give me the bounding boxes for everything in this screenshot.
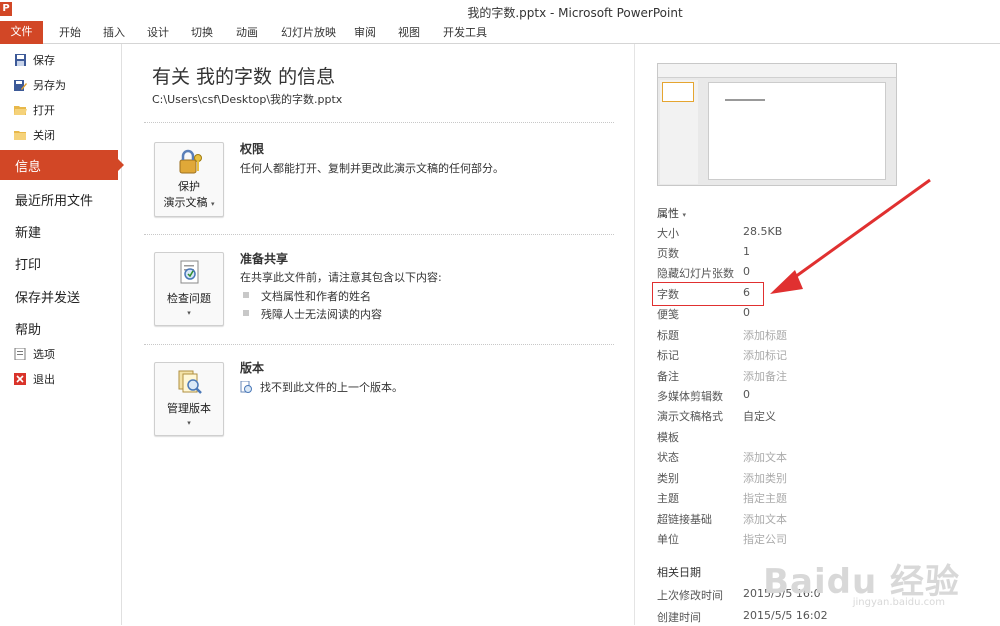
nav-open-label: 打开 xyxy=(33,104,55,117)
tab-home[interactable]: 开始 xyxy=(59,24,81,42)
check-for-issues-button[interactable]: 检查问题 ▾ xyxy=(154,252,224,326)
nav-new[interactable]: 新建 xyxy=(15,222,41,241)
properties-panel: 属性 ▾ 大小 28.5KB 页数 1 隐藏幻灯片张数 0 字数 6 便笺 0 标题 添加标… xyxy=(634,44,1000,625)
property-row: 大小 28.5KB xyxy=(657,225,783,240)
file-path: C:\Users\csf\Desktop\我的字数.pptx xyxy=(152,93,343,106)
property-row: 便笺 0 xyxy=(657,306,750,321)
options-icon xyxy=(14,347,27,361)
nav-options[interactable]: 选项 xyxy=(14,346,55,364)
property-row[interactable]: 超链接基础 添加文本 xyxy=(657,508,987,528)
property-row[interactable]: 标记 添加标记 xyxy=(657,344,987,364)
nav-exit-label: 退出 xyxy=(33,373,55,386)
save-icon xyxy=(14,54,27,66)
ribbon-tabs: 文件 开始 插入 设计 切换 动画 幻灯片放映 审阅 视图 开发工具 xyxy=(0,21,1000,44)
manage-versions-label: 管理版本 xyxy=(167,402,211,415)
chevron-down-icon: ▾ xyxy=(187,419,191,427)
property-row[interactable]: 标题 添加标题 xyxy=(657,324,987,344)
versions-icon xyxy=(177,369,203,395)
property-row: 多媒体剪辑数 0 xyxy=(657,388,750,403)
tab-file[interactable]: 文件 xyxy=(0,21,43,44)
tab-developer[interactable]: 开发工具 xyxy=(443,24,487,42)
nav-recent[interactable]: 最近所用文件 xyxy=(15,190,93,209)
permissions-text: 任何人都能打开、复制并更改此演示文稿的任何部分。 xyxy=(240,162,504,175)
document-clock-icon xyxy=(240,380,252,393)
permissions-heading: 权限 xyxy=(240,142,265,156)
title-bar: P 我的字数.pptx - Microsoft PowerPoint xyxy=(0,0,1000,21)
nav-exit[interactable]: 退出 xyxy=(14,371,55,389)
related-dates-heading: 相关日期 xyxy=(657,566,701,579)
lock-key-icon xyxy=(177,149,203,175)
nav-save-as[interactable]: 另存为 xyxy=(14,77,66,95)
open-folder-icon xyxy=(14,104,27,116)
protect-button-label-2: 演示文稿 ▾ xyxy=(163,196,215,209)
property-row: 隐藏幻灯片张数 0 xyxy=(657,265,750,280)
nav-options-label: 选项 xyxy=(33,348,55,361)
tab-design[interactable]: 设计 xyxy=(147,24,169,42)
property-row[interactable]: 单位 指定公司 xyxy=(657,528,987,548)
properties-dropdown[interactable]: 属性 ▾ xyxy=(657,205,686,221)
baidu-watermark-logo: Baidu 经验 xyxy=(763,562,960,602)
page-title: 有关 我的字数 的信息 xyxy=(152,66,336,88)
tab-insert[interactable]: 插入 xyxy=(103,24,125,42)
date-row: 创建时间 2015/5/5 16:02 xyxy=(657,609,828,624)
backstage-nav: 保存 另存为 打开 关闭 信息 最近所用文件 新建 打印 保存并发送 帮助 选项… xyxy=(0,44,124,625)
window-title: 我的字数.pptx - Microsoft PowerPoint xyxy=(467,6,683,20)
divider xyxy=(144,122,614,123)
property-row: 模板 xyxy=(657,431,679,444)
property-row[interactable]: 类别 添加类别 xyxy=(657,467,987,487)
tab-slideshow[interactable]: 幻灯片放映 xyxy=(281,24,336,42)
property-row: 演示文稿格式 自定义 xyxy=(657,410,776,423)
sharing-text: 在共享此文件前，请注意其包含以下内容: xyxy=(240,271,442,284)
property-row[interactable]: 主题 指定主题 xyxy=(657,487,987,507)
versions-text: 找不到此文件的上一个版本。 xyxy=(240,379,403,395)
property-row[interactable]: 状态 添加文本 xyxy=(657,446,987,466)
nav-save-send[interactable]: 保存并发送 xyxy=(15,287,80,306)
nav-info-label: 信息 xyxy=(15,160,42,175)
nav-help[interactable]: 帮助 xyxy=(15,319,41,338)
nav-open[interactable]: 打开 xyxy=(14,102,55,120)
manage-versions-button[interactable]: 管理版本 ▾ xyxy=(154,362,224,436)
nav-save-as-label: 另存为 xyxy=(33,79,66,92)
presentation-thumbnail[interactable] xyxy=(657,63,897,186)
nav-save[interactable]: 保存 xyxy=(14,52,55,70)
property-row: 页数 1 xyxy=(657,245,750,260)
word-count-highlight-box xyxy=(652,282,764,306)
check-issues-label: 检查问题 xyxy=(167,292,211,305)
info-pane: 有关 我的字数 的信息 C:\Users\csf\Desktop\我的字数.pp… xyxy=(123,44,633,625)
protect-presentation-button[interactable]: 保护 演示文稿 ▾ xyxy=(154,142,224,217)
divider xyxy=(144,344,614,345)
nav-info[interactable]: 信息 xyxy=(0,150,124,180)
nav-close-label: 关闭 xyxy=(33,129,55,142)
close-folder-icon xyxy=(14,129,27,141)
versions-heading: 版本 xyxy=(240,361,265,375)
inspect-document-icon xyxy=(177,259,203,285)
sharing-heading: 准备共享 xyxy=(240,252,289,266)
protect-button-label-1: 保护 xyxy=(178,180,200,193)
tab-review[interactable]: 审阅 xyxy=(354,24,376,42)
nav-close[interactable]: 关闭 xyxy=(14,127,55,145)
divider xyxy=(144,234,614,235)
nav-print[interactable]: 打印 xyxy=(15,254,41,273)
property-row[interactable]: 备注 添加备注 xyxy=(657,365,987,385)
exit-icon xyxy=(14,373,27,385)
chevron-down-icon: ▾ xyxy=(187,309,191,317)
nav-save-label: 保存 xyxy=(33,54,55,67)
tab-animations[interactable]: 动画 xyxy=(236,24,258,42)
tab-view[interactable]: 视图 xyxy=(398,24,420,42)
baidu-watermark-url: jingyan.baidu.com xyxy=(852,597,945,608)
tab-transitions[interactable]: 切换 xyxy=(191,24,213,42)
save-as-icon xyxy=(14,79,27,91)
